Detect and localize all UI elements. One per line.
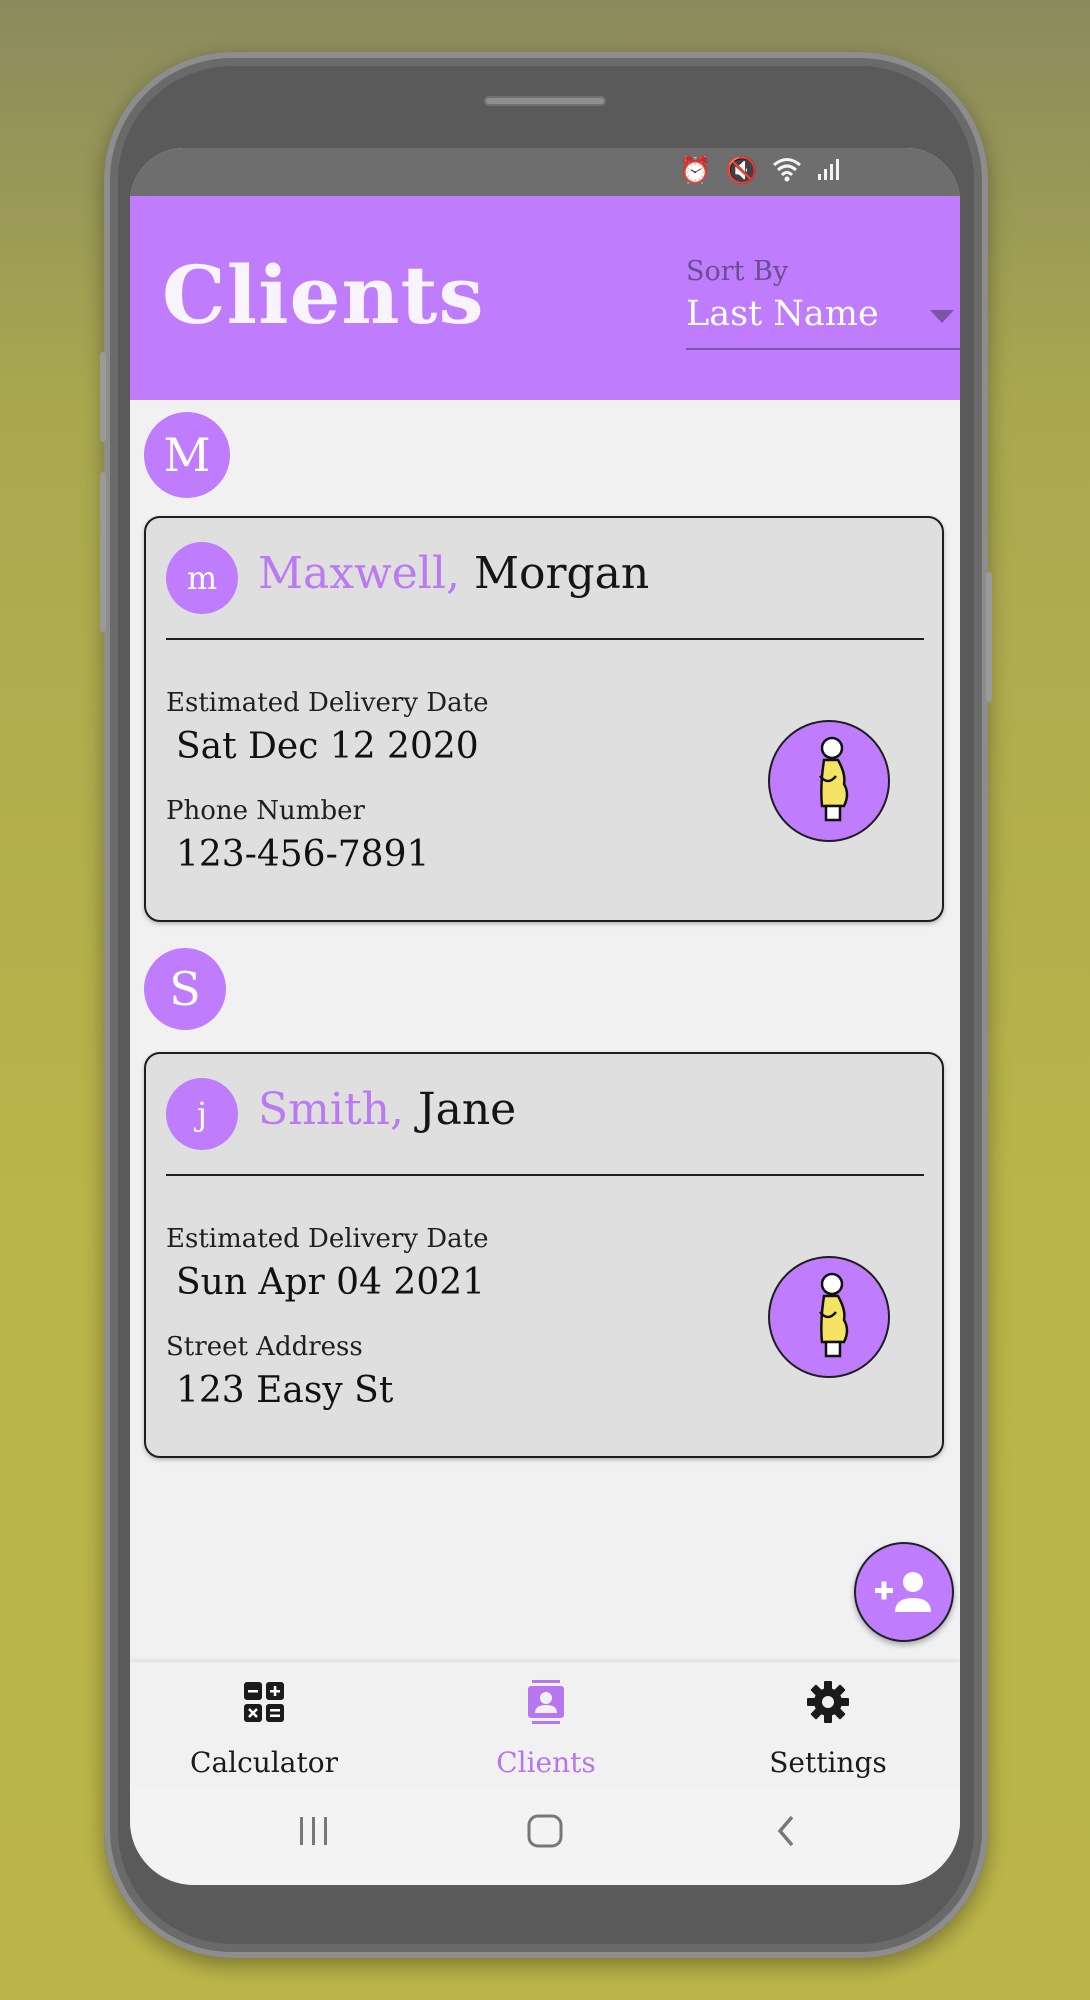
calculator-icon bbox=[244, 1682, 284, 1722]
pregnant-woman-icon bbox=[768, 720, 890, 842]
add-client-button[interactable] bbox=[854, 1542, 954, 1642]
nav-item-clients[interactable]: Clients bbox=[446, 1662, 646, 1786]
client-card[interactable]: j Smith, Jane Estimated Delivery Date Su… bbox=[144, 1052, 944, 1458]
home-icon[interactable] bbox=[526, 1814, 564, 1848]
field-value: 123 Easy St bbox=[176, 1370, 394, 1411]
field-value: Sun Apr 04 2021 bbox=[176, 1262, 486, 1303]
nav-item-settings[interactable]: Settings bbox=[728, 1662, 928, 1786]
signal-icon bbox=[816, 156, 842, 189]
field-label: Estimated Delivery Date bbox=[166, 688, 489, 718]
field-label: Phone Number bbox=[166, 796, 365, 826]
volume-up-button bbox=[100, 352, 106, 442]
back-icon[interactable] bbox=[772, 1814, 802, 1848]
add-person-icon bbox=[875, 1572, 931, 1612]
sort-by-label: Sort By bbox=[686, 256, 789, 287]
avatar: m bbox=[166, 542, 238, 614]
client-name: Smith, Jane bbox=[258, 1084, 516, 1135]
pregnant-woman-icon bbox=[768, 1256, 890, 1378]
mute-icon: 🔇 bbox=[725, 156, 758, 186]
field-value: Sat Dec 12 2020 bbox=[176, 726, 479, 767]
recents-icon[interactable] bbox=[296, 1814, 332, 1848]
section-letter-avatar: M bbox=[144, 412, 230, 498]
nav-label: Calculator bbox=[190, 1746, 338, 1779]
field-label: Estimated Delivery Date bbox=[166, 1224, 489, 1254]
contacts-icon bbox=[528, 1680, 564, 1724]
card-divider bbox=[166, 638, 924, 640]
nav-label: Settings bbox=[769, 1746, 887, 1779]
status-bar: ⏰ 🔇 bbox=[130, 148, 960, 196]
page-title: Clients bbox=[162, 248, 485, 342]
earpiece-speaker bbox=[484, 96, 606, 106]
client-card[interactable]: m Maxwell, Morgan Estimated Delivery Dat… bbox=[144, 516, 944, 922]
app-bar: Clients Sort By Last Name bbox=[130, 196, 960, 400]
alarm-icon: ⏰ bbox=[679, 156, 712, 186]
client-last-name: Maxwell, bbox=[258, 548, 460, 599]
nav-item-calculator[interactable]: Calculator bbox=[164, 1662, 364, 1786]
sort-by-select[interactable]: Last Name bbox=[686, 294, 960, 350]
wifi-icon bbox=[772, 156, 802, 189]
bottom-navigation: Calculator Clients Settings bbox=[130, 1662, 960, 1786]
sort-by-value: Last Name bbox=[686, 294, 879, 334]
client-name: Maxwell, Morgan bbox=[258, 548, 649, 599]
chevron-down-icon bbox=[930, 310, 954, 323]
section-letter-avatar: S bbox=[144, 948, 226, 1030]
system-navigation-bar bbox=[130, 1786, 960, 1885]
gear-icon bbox=[807, 1681, 849, 1723]
field-value: 123-456-7891 bbox=[176, 834, 430, 875]
card-divider bbox=[166, 1174, 924, 1176]
app-screen: ⏰ 🔇 Clients Sort By Last Name M m Maxwel… bbox=[130, 148, 960, 1885]
field-label: Street Address bbox=[166, 1332, 363, 1362]
client-first-name: Jane bbox=[417, 1084, 517, 1135]
volume-down-button bbox=[100, 472, 106, 632]
client-last-name: Smith, bbox=[258, 1084, 404, 1135]
avatar: j bbox=[166, 1078, 238, 1150]
power-button bbox=[986, 572, 992, 702]
nav-label: Clients bbox=[496, 1746, 596, 1779]
client-first-name: Morgan bbox=[473, 548, 650, 599]
